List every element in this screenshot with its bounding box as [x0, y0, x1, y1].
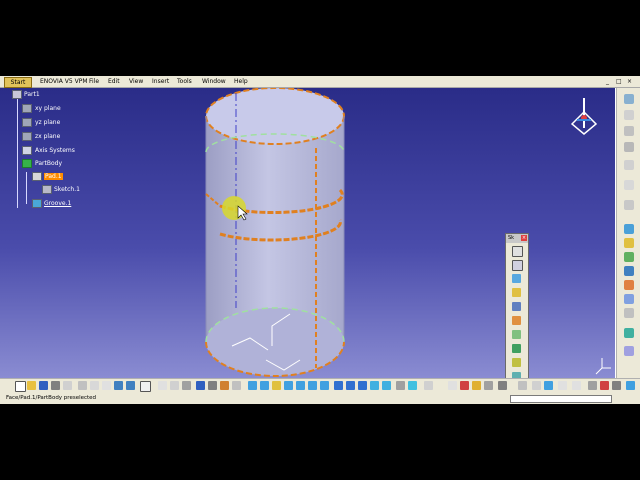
tool-icon[interactable]: [396, 381, 405, 390]
command-input[interactable]: [510, 395, 612, 403]
paste-icon[interactable]: [102, 381, 111, 390]
tool-icon[interactable]: [624, 94, 634, 104]
right-toolbar: [616, 88, 640, 378]
menu-enovia[interactable]: ENOVIA V5 VPM: [40, 76, 88, 87]
menu-bar: Start ENOVIA V5 VPM File Edit View Inser…: [0, 76, 640, 88]
tool-icon[interactable]: [624, 252, 634, 262]
normal-view-icon[interactable]: [320, 381, 329, 390]
tool-icon[interactable]: [588, 381, 597, 390]
sketcher-toolbar[interactable]: Sk ×: [505, 233, 529, 378]
tool-icon[interactable]: [544, 381, 553, 390]
sketcher-toolbar-close-icon[interactable]: ×: [521, 235, 527, 241]
tool-icon[interactable]: [624, 280, 634, 290]
tool-icon[interactable]: [208, 381, 217, 390]
pocket-tool-icon[interactable]: [512, 260, 523, 271]
cut-icon[interactable]: [78, 381, 87, 390]
sketcher-toolbar-label: Sk: [508, 235, 515, 241]
hole-tool-icon[interactable]: [512, 302, 521, 311]
tool-icon[interactable]: [624, 308, 634, 318]
tool-icon[interactable]: [182, 381, 191, 390]
tool-icon[interactable]: [518, 381, 527, 390]
save-icon[interactable]: [39, 381, 48, 390]
tool-icon[interactable]: [532, 381, 541, 390]
tool-icon[interactable]: [624, 238, 634, 248]
groove-tool-icon[interactable]: [512, 288, 521, 297]
loft-tool-icon[interactable]: [512, 358, 521, 367]
tool-icon[interactable]: [624, 328, 634, 338]
tool-icon[interactable]: [448, 381, 457, 390]
menu-file[interactable]: File: [89, 76, 99, 87]
whats-this-icon[interactable]: [140, 381, 151, 392]
shading-icon[interactable]: [358, 381, 367, 390]
menu-edit[interactable]: Edit: [108, 76, 120, 87]
swap-visible-icon[interactable]: [382, 381, 391, 390]
iso-view-icon[interactable]: [346, 381, 355, 390]
tool-icon[interactable]: [472, 381, 481, 390]
tool-icon[interactable]: [498, 381, 507, 390]
tool-icon[interactable]: [624, 294, 634, 304]
tool-icon[interactable]: [220, 381, 229, 390]
tool-icon[interactable]: [624, 200, 634, 210]
window-close-button[interactable]: ×: [627, 76, 632, 87]
slot-tool-icon[interactable]: [512, 330, 521, 339]
window-min-button[interactable]: _: [606, 76, 609, 87]
pan-icon[interactable]: [272, 381, 281, 390]
tool-icon[interactable]: [624, 346, 634, 356]
copy-icon[interactable]: [90, 381, 99, 390]
menu-insert[interactable]: Insert: [152, 76, 169, 87]
multi-view-icon[interactable]: [334, 381, 343, 390]
pad-tool-icon[interactable]: [512, 246, 523, 257]
comment-icon[interactable]: [170, 381, 179, 390]
tool-icon[interactable]: [572, 381, 581, 390]
print-icon[interactable]: [51, 381, 60, 390]
status-bar: Face/Pad.1/PartBody preselected: [0, 393, 640, 404]
tool-icon[interactable]: [624, 266, 634, 276]
tool-icon[interactable]: [460, 381, 469, 390]
zoom-out-icon[interactable]: [308, 381, 317, 390]
bottom-toolbar: [0, 378, 640, 393]
tool-icon[interactable]: [424, 381, 433, 390]
window-max-button[interactable]: □: [616, 76, 622, 87]
tool-icon[interactable]: [624, 110, 634, 120]
tool-icon[interactable]: [624, 224, 634, 234]
catia-window: Start ENOVIA V5 VPM File Edit View Inser…: [0, 76, 640, 404]
start-menu[interactable]: Start: [4, 77, 32, 88]
open-icon[interactable]: [27, 381, 36, 390]
status-message: Face/Pad.1/PartBody preselected: [6, 395, 97, 401]
rotate-icon[interactable]: [284, 381, 293, 390]
tool-icon[interactable]: [624, 180, 634, 190]
cylinder-top-face: [205, 88, 345, 145]
tool-icon[interactable]: [624, 126, 634, 136]
menu-tools[interactable]: Tools: [177, 76, 192, 87]
3d-viewport[interactable]: Part1 xy plane yz plane zx plane Axis Sy…: [0, 88, 615, 378]
quick-print-icon[interactable]: [63, 381, 72, 390]
zoom-in-icon[interactable]: [296, 381, 305, 390]
stiffener-tool-icon[interactable]: [512, 344, 521, 353]
tool-icon[interactable]: [626, 381, 635, 390]
menu-help[interactable]: Help: [234, 76, 248, 87]
shaft-tool-icon[interactable]: [512, 274, 521, 283]
menu-window[interactable]: Window: [202, 76, 226, 87]
compass-icon[interactable]: [570, 98, 598, 135]
rib-tool-icon[interactable]: [512, 316, 521, 325]
new-icon[interactable]: [15, 381, 26, 392]
tool-icon[interactable]: [600, 381, 609, 390]
fly-mode-icon[interactable]: [248, 381, 257, 390]
redo-icon[interactable]: [126, 381, 135, 390]
tool-icon[interactable]: [624, 142, 634, 152]
fit-all-icon[interactable]: [260, 381, 269, 390]
undo-icon[interactable]: [114, 381, 123, 390]
tool-icon[interactable]: [408, 381, 417, 390]
tool-icon[interactable]: [484, 381, 493, 390]
axis-indicator-icon: [595, 358, 611, 375]
tool-icon[interactable]: [232, 381, 241, 390]
tool-icon[interactable]: [612, 381, 621, 390]
hide-show-icon[interactable]: [370, 381, 379, 390]
tool-icon[interactable]: [624, 160, 634, 170]
tool-icon[interactable]: [558, 381, 567, 390]
formula-icon[interactable]: [158, 381, 167, 390]
catalog-icon[interactable]: [196, 381, 205, 390]
menu-view[interactable]: View: [129, 76, 143, 87]
